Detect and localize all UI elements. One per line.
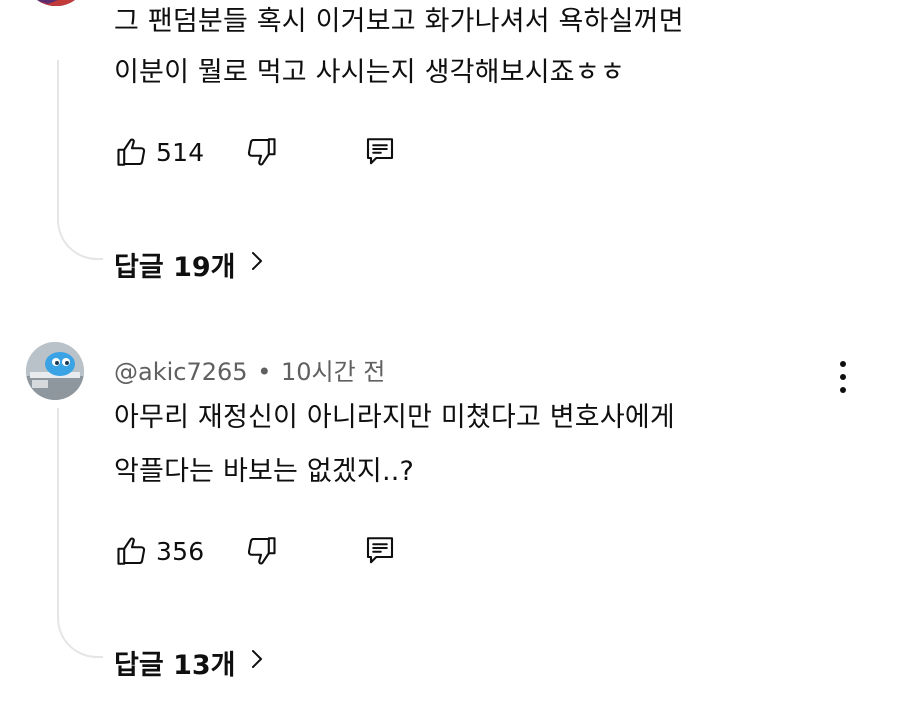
thumbs-down-icon <box>243 533 279 569</box>
chevron-right-icon <box>250 249 264 280</box>
dislike-button[interactable] <box>243 134 279 170</box>
replies-toggle-1[interactable]: 답글 19개 <box>114 245 264 284</box>
thread-line-2 <box>57 408 59 618</box>
dislike-button[interactable] <box>243 533 279 569</box>
thread-curve-1 <box>57 220 103 260</box>
avatar-comment-1[interactable] <box>28 0 84 6</box>
like-count: 356 <box>156 536 205 566</box>
reply-button[interactable] <box>362 533 398 569</box>
comment-text-line-2: 이분이 뭘로 먹고 사시는지 생각해보시죠ㅎㅎ <box>114 57 625 88</box>
author-handle[interactable]: @akic7265 <box>114 358 248 386</box>
avatar-comment-2[interactable] <box>26 342 84 400</box>
chevron-right-icon <box>250 647 264 678</box>
like-button[interactable]: 514 <box>114 134 204 170</box>
like-button[interactable]: 356 <box>114 533 204 569</box>
replies-toggle-2[interactable]: 답글 13개 <box>114 643 264 682</box>
like-count: 514 <box>156 137 205 167</box>
thread-curve-2 <box>57 618 103 658</box>
comment-text-line-1: 그 팬덤분들 혹시 이거보고 화가나셔서 욕하실꺼면 <box>114 6 684 37</box>
replies-label: 답글 13개 <box>114 650 236 681</box>
thumbs-down-icon <box>243 134 279 170</box>
comment-text-line-2: 악플다는 바보는 없겠지..? <box>114 456 415 487</box>
thread-line-1 <box>57 60 59 220</box>
meta-separator: • <box>257 358 272 386</box>
more-options-button[interactable] <box>828 358 858 396</box>
comment-reply-icon <box>362 533 398 569</box>
comment-meta: @akic7265 • 10시간 전 <box>114 352 385 387</box>
comment-reply-icon <box>362 134 398 170</box>
replies-label: 답글 19개 <box>114 252 236 283</box>
more-vertical-icon-dot-2 <box>840 374 846 380</box>
thumbs-up-icon <box>114 533 150 569</box>
more-vertical-icon-dot-1 <box>840 361 846 367</box>
comment-text-line-1: 아무리 재정신이 아니라지만 미쳤다고 변호사에게 <box>114 402 675 433</box>
comment-time: 10시간 전 <box>280 358 386 386</box>
more-vertical-icon-dot-3 <box>840 387 846 393</box>
reply-button[interactable] <box>362 134 398 170</box>
thumbs-up-icon <box>114 134 150 170</box>
